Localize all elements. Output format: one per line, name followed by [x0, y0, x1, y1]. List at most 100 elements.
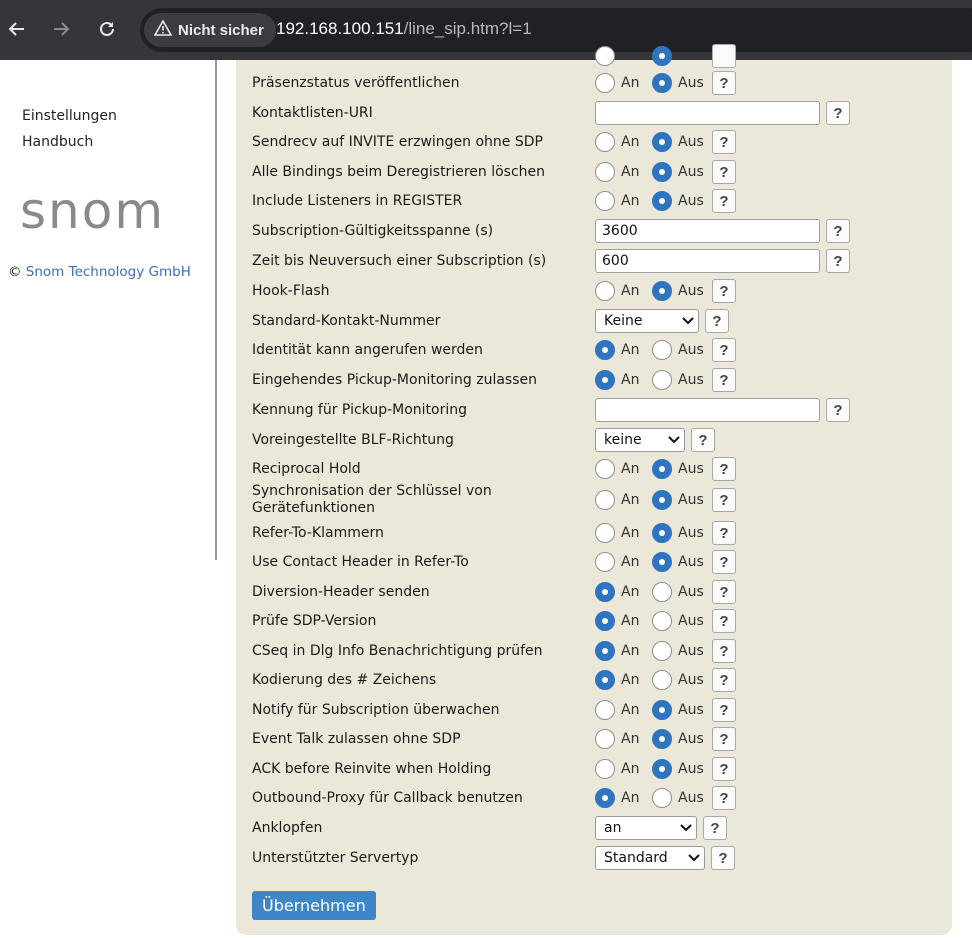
help-button[interactable]: ? — [712, 368, 736, 392]
radio-on[interactable] — [595, 73, 615, 93]
radio-on[interactable] — [595, 788, 615, 808]
security-indicator[interactable]: Nicht sicher — [144, 13, 276, 47]
help-button[interactable]: ? — [712, 488, 736, 512]
chevron-down-icon — [668, 434, 680, 447]
help-button[interactable]: ? — [712, 130, 736, 154]
radio-off-label: Aus — [678, 702, 704, 718]
help-button[interactable]: ? — [712, 786, 736, 810]
help-button[interactable]: ? — [712, 189, 736, 213]
help-button[interactable]: ? — [712, 457, 736, 481]
radio-on[interactable] — [595, 700, 615, 720]
radio-on[interactable] — [595, 162, 615, 182]
help-button[interactable]: ? — [712, 160, 736, 184]
help-button[interactable]: ? — [826, 398, 850, 422]
help-button[interactable]: ? — [712, 279, 736, 303]
radio-on[interactable] — [595, 611, 615, 631]
radio-off[interactable] — [652, 582, 672, 602]
radio-off[interactable] — [652, 700, 672, 720]
dropdown-select[interactable]: keine — [595, 428, 685, 452]
radio-on-label: An — [621, 643, 640, 659]
text-input[interactable] — [595, 398, 820, 422]
radio-off[interactable] — [652, 191, 672, 211]
address-bar[interactable]: Nicht sicher 192.168.100.151/line_sip.ht… — [140, 8, 972, 52]
radio-off[interactable] — [652, 73, 672, 93]
radio-off[interactable] — [652, 281, 672, 301]
help-button[interactable]: ? — [712, 609, 736, 633]
radio-on[interactable] — [595, 281, 615, 301]
setting-row: Zeit bis Neuversuch einer Subscription (… — [252, 247, 942, 275]
dropdown-select[interactable]: Keine — [595, 309, 699, 333]
radio-on[interactable] — [595, 641, 615, 661]
help-button[interactable]: ? — [703, 816, 727, 840]
radio-off[interactable] — [652, 46, 672, 66]
radio-off[interactable] — [652, 162, 672, 182]
help-button[interactable]: ? — [712, 668, 736, 692]
help-button[interactable]: ? — [691, 428, 715, 452]
radio-off[interactable] — [652, 670, 672, 690]
sidebar-link-settings[interactable]: Einstellungen — [22, 108, 117, 124]
help-button[interactable]: ? — [712, 550, 736, 574]
radio-off[interactable] — [652, 611, 672, 631]
radio-on[interactable] — [595, 552, 615, 572]
help-button[interactable]: ? — [711, 846, 735, 870]
radio-on[interactable] — [595, 340, 615, 360]
radio-off[interactable] — [652, 788, 672, 808]
dropdown-select[interactable]: Standard — [595, 846, 705, 870]
radio-off[interactable] — [652, 523, 672, 543]
radio-off[interactable] — [652, 759, 672, 779]
help-button[interactable]: ? — [712, 757, 736, 781]
setting-label: Use Contact Header in Refer-To — [252, 553, 469, 570]
help-button[interactable]: ? — [712, 71, 736, 95]
radio-on[interactable] — [595, 729, 615, 749]
setting-control: ? — [595, 247, 850, 275]
radio-on[interactable] — [595, 670, 615, 690]
help-button[interactable]: ? — [712, 338, 736, 362]
radio-off-label: Aus — [678, 134, 704, 150]
radio-on-label: An — [621, 554, 640, 570]
radio-on[interactable] — [595, 523, 615, 543]
text-input[interactable] — [595, 249, 820, 273]
radio-on-label: An — [621, 461, 640, 477]
text-input[interactable] — [595, 101, 820, 125]
radio-off[interactable] — [652, 459, 672, 479]
help-button[interactable]: ? — [712, 698, 736, 722]
back-arrow-icon[interactable] — [2, 14, 32, 44]
radio-off[interactable] — [652, 490, 672, 510]
dropdown-select[interactable]: an — [595, 816, 697, 840]
setting-row: ACK before Reinvite when Holding An Aus? — [252, 755, 942, 783]
setting-control: An Aus? — [595, 158, 736, 186]
url-text[interactable]: 192.168.100.151/line_sip.htm?l=1 — [276, 19, 532, 39]
radio-on[interactable] — [595, 46, 615, 66]
help-button[interactable]: ? — [712, 727, 736, 751]
radio-on[interactable] — [595, 132, 615, 152]
radio-off[interactable] — [652, 729, 672, 749]
help-button[interactable]: ? — [826, 219, 850, 243]
reload-icon[interactable] — [92, 14, 122, 44]
forward-arrow-icon[interactable] — [46, 14, 76, 44]
radio-off[interactable] — [652, 552, 672, 572]
setting-control: An Aus? — [595, 128, 736, 156]
radio-off[interactable] — [652, 641, 672, 661]
radio-on[interactable] — [595, 191, 615, 211]
radio-on[interactable] — [595, 582, 615, 602]
radio-on[interactable] — [595, 490, 615, 510]
radio-off[interactable] — [652, 132, 672, 152]
sidebar-link-manual[interactable]: Handbuch — [22, 134, 93, 150]
setting-control: An Aus? — [595, 578, 736, 606]
help-button[interactable]: ? — [712, 580, 736, 604]
submit-button[interactable]: Übernehmen — [252, 891, 376, 920]
radio-on[interactable] — [595, 459, 615, 479]
help-button[interactable]: ? — [712, 639, 736, 663]
radio-off[interactable] — [652, 340, 672, 360]
radio-off[interactable] — [652, 370, 672, 390]
help-button[interactable]: ? — [826, 249, 850, 273]
help-button[interactable]: ? — [705, 309, 729, 333]
help-button[interactable]: ? — [712, 521, 736, 545]
radio-on[interactable] — [595, 370, 615, 390]
help-button[interactable]: ? — [826, 101, 850, 125]
help-button[interactable] — [712, 44, 736, 68]
company-link[interactable]: Snom Technology GmbH — [26, 264, 191, 280]
text-input[interactable] — [595, 219, 820, 243]
setting-control: ? — [595, 99, 850, 127]
radio-on[interactable] — [595, 759, 615, 779]
